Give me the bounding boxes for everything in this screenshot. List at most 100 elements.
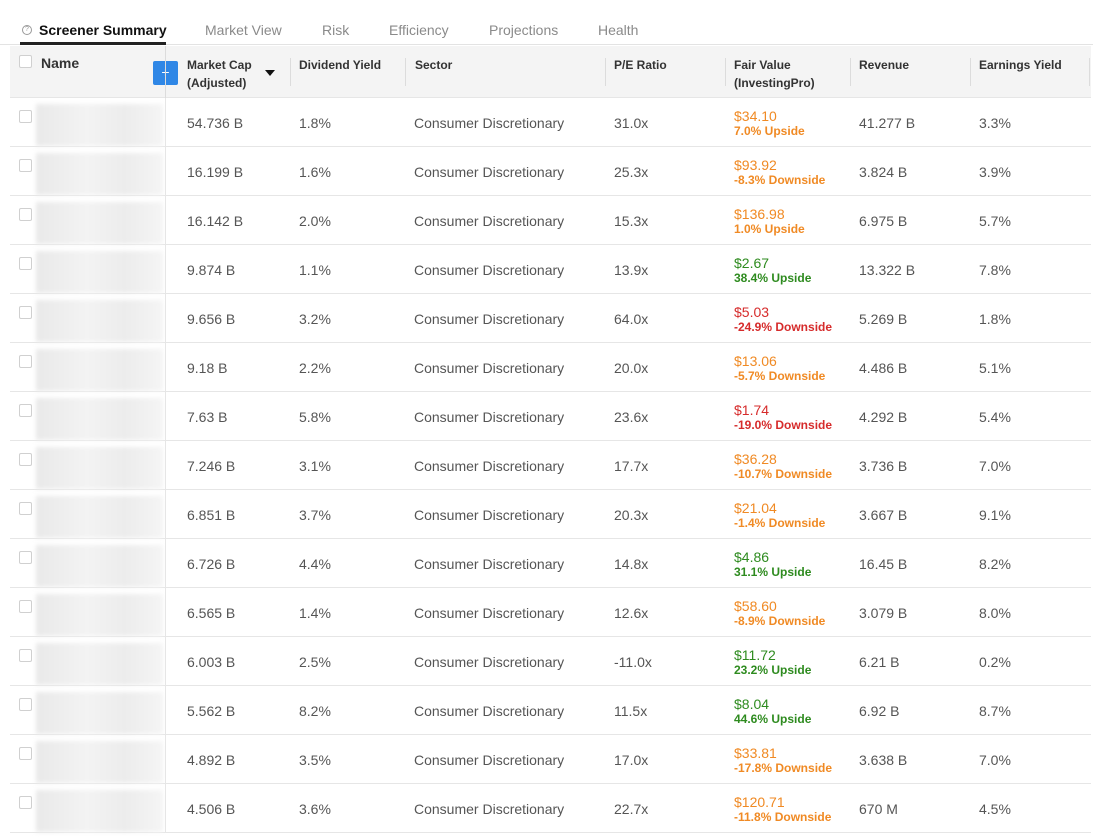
- row-select-checkbox[interactable]: [19, 600, 32, 613]
- market-cap-cell: 6.851 B: [187, 507, 236, 523]
- redacted-company-name[interactable]: [36, 545, 163, 587]
- pe-ratio-cell: 20.0x: [614, 360, 649, 376]
- row-select-checkbox[interactable]: [19, 208, 32, 221]
- redacted-company-name[interactable]: [36, 496, 163, 538]
- tab-health[interactable]: Health: [598, 22, 638, 38]
- market-cap-cell: 6.565 B: [187, 605, 236, 621]
- sector-cell: Consumer Discretionary: [414, 115, 565, 131]
- tab-efficiency[interactable]: Efficiency: [389, 22, 449, 38]
- redacted-company-name[interactable]: [36, 349, 163, 391]
- redacted-company-name[interactable]: [36, 790, 163, 832]
- redacted-company-name[interactable]: [36, 643, 163, 685]
- table-row[interactable]: 6.565 B 1.4% Consumer Discretionary 12.6…: [10, 588, 1091, 637]
- table-row[interactable]: 54.736 B 1.8% Consumer Discretionary 31.…: [10, 98, 1091, 147]
- table-row[interactable]: 7.63 B 5.8% Consumer Discretionary 23.6x…: [10, 392, 1091, 441]
- table-row[interactable]: 16.199 B 1.6% Consumer Discretionary 25.…: [10, 147, 1091, 196]
- dividend-yield-cell: 4.4%: [299, 556, 331, 572]
- redacted-company-name[interactable]: [36, 594, 163, 636]
- column-divider: [165, 98, 166, 147]
- market-cap-cell: 5.562 B: [187, 703, 236, 719]
- table-row[interactable]: 9.656 B 3.2% Consumer Discretionary 64.0…: [10, 294, 1091, 343]
- revenue-cell: 3.736 B: [859, 458, 908, 474]
- redacted-company-name[interactable]: [36, 104, 163, 146]
- sort-descending-icon[interactable]: [265, 70, 275, 76]
- view-tabs: ? Screener Summary Market View Risk Effi…: [0, 0, 1093, 45]
- table-row[interactable]: 9.874 B 1.1% Consumer Discretionary 13.9…: [10, 245, 1091, 294]
- column-header-earnings-yield[interactable]: Earnings Yield: [979, 56, 1062, 74]
- column-header-dividend-yield[interactable]: Dividend Yield: [299, 56, 381, 74]
- column-header-name[interactable]: Name: [41, 54, 79, 72]
- row-select-checkbox[interactable]: [19, 747, 32, 760]
- redacted-company-name[interactable]: [36, 153, 163, 195]
- table-row[interactable]: 7.246 B 3.1% Consumer Discretionary 17.7…: [10, 441, 1091, 490]
- tab-projections[interactable]: Projections: [489, 22, 558, 38]
- row-select-checkbox[interactable]: [19, 110, 32, 123]
- sector-cell: Consumer Discretionary: [414, 556, 565, 572]
- market-cap-cell: 7.246 B: [187, 458, 236, 474]
- revenue-cell: 13.322 B: [859, 262, 916, 278]
- row-select-checkbox[interactable]: [19, 257, 32, 270]
- sector-cell: Consumer Discretionary: [414, 654, 565, 670]
- column-divider: [165, 539, 166, 588]
- table-row[interactable]: 6.851 B 3.7% Consumer Discretionary 20.3…: [10, 490, 1091, 539]
- column-header-market-cap[interactable]: Market Cap (Adjusted): [187, 56, 252, 92]
- table-row[interactable]: 16.142 B 2.0% Consumer Discretionary 15.…: [10, 196, 1091, 245]
- redacted-company-name[interactable]: [36, 741, 163, 783]
- row-select-checkbox[interactable]: [19, 796, 32, 809]
- revenue-cell: 4.486 B: [859, 360, 908, 376]
- table-row[interactable]: 6.726 B 4.4% Consumer Discretionary 14.8…: [10, 539, 1091, 588]
- fair-value-price: $13.06: [734, 353, 777, 369]
- row-select-checkbox[interactable]: [19, 159, 32, 172]
- row-select-checkbox[interactable]: [19, 502, 32, 515]
- column-divider: [165, 46, 166, 98]
- earnings-yield-cell: 1.8%: [979, 311, 1011, 327]
- redacted-company-name[interactable]: [36, 251, 163, 293]
- pe-ratio-cell: 22.7x: [614, 801, 649, 817]
- redacted-company-name[interactable]: [36, 398, 163, 440]
- revenue-cell: 3.638 B: [859, 752, 908, 768]
- row-select-checkbox[interactable]: [19, 355, 32, 368]
- select-all-checkbox[interactable]: [19, 55, 32, 68]
- table-row[interactable]: 6.003 B 2.5% Consumer Discretionary -11.…: [10, 637, 1091, 686]
- tab-market-view[interactable]: Market View: [205, 22, 282, 38]
- column-header-pe-ratio[interactable]: P/E Ratio: [614, 56, 667, 74]
- pe-ratio-cell: -11.0x: [614, 654, 652, 670]
- table-row[interactable]: 4.506 B 3.6% Consumer Discretionary 22.7…: [10, 784, 1091, 833]
- fair-value-change: -1.4% Downside: [734, 516, 826, 530]
- redacted-company-name[interactable]: [36, 692, 163, 734]
- info-icon[interactable]: ?: [22, 25, 32, 35]
- fair-value-change: 23.2% Upside: [734, 663, 812, 677]
- active-tab-indicator: [20, 42, 166, 45]
- table-row[interactable]: 5.562 B 8.2% Consumer Discretionary 11.5…: [10, 686, 1091, 735]
- table-row[interactable]: 4.892 B 3.5% Consumer Discretionary 17.0…: [10, 735, 1091, 784]
- redacted-company-name[interactable]: [36, 300, 163, 342]
- redacted-company-name[interactable]: [36, 447, 163, 489]
- fair-value-label-line2: (InvestingPro): [734, 76, 815, 90]
- revenue-cell: 41.277 B: [859, 115, 916, 131]
- column-divider: [850, 58, 851, 86]
- row-select-checkbox[interactable]: [19, 551, 32, 564]
- market-cap-cell: 4.506 B: [187, 801, 236, 817]
- column-header-revenue[interactable]: Revenue: [859, 56, 909, 74]
- earnings-yield-cell: 8.2%: [979, 556, 1011, 572]
- redacted-company-name[interactable]: [36, 202, 163, 244]
- dividend-yield-cell: 1.4%: [299, 605, 331, 621]
- row-select-checkbox[interactable]: [19, 404, 32, 417]
- tab-risk[interactable]: Risk: [322, 22, 349, 38]
- revenue-cell: 670 M: [859, 801, 898, 817]
- row-select-checkbox[interactable]: [19, 649, 32, 662]
- row-select-checkbox[interactable]: [19, 698, 32, 711]
- earnings-yield-cell: 3.3%: [979, 115, 1011, 131]
- row-select-checkbox[interactable]: [19, 306, 32, 319]
- dividend-yield-cell: 1.6%: [299, 164, 331, 180]
- pe-ratio-cell: 20.3x: [614, 507, 649, 523]
- column-header-sector[interactable]: Sector: [415, 56, 452, 74]
- market-cap-cell: 9.874 B: [187, 262, 236, 278]
- table-row[interactable]: 9.18 B 2.2% Consumer Discretionary 20.0x…: [10, 343, 1091, 392]
- tab-screener-summary[interactable]: Screener Summary: [39, 22, 167, 38]
- fair-value-price: $136.98: [734, 206, 785, 222]
- row-select-checkbox[interactable]: [19, 453, 32, 466]
- fair-value-cell: $8.04 44.6% Upside: [734, 696, 811, 727]
- earnings-yield-cell: 5.4%: [979, 409, 1011, 425]
- column-header-fair-value[interactable]: Fair Value (InvestingPro): [734, 56, 815, 92]
